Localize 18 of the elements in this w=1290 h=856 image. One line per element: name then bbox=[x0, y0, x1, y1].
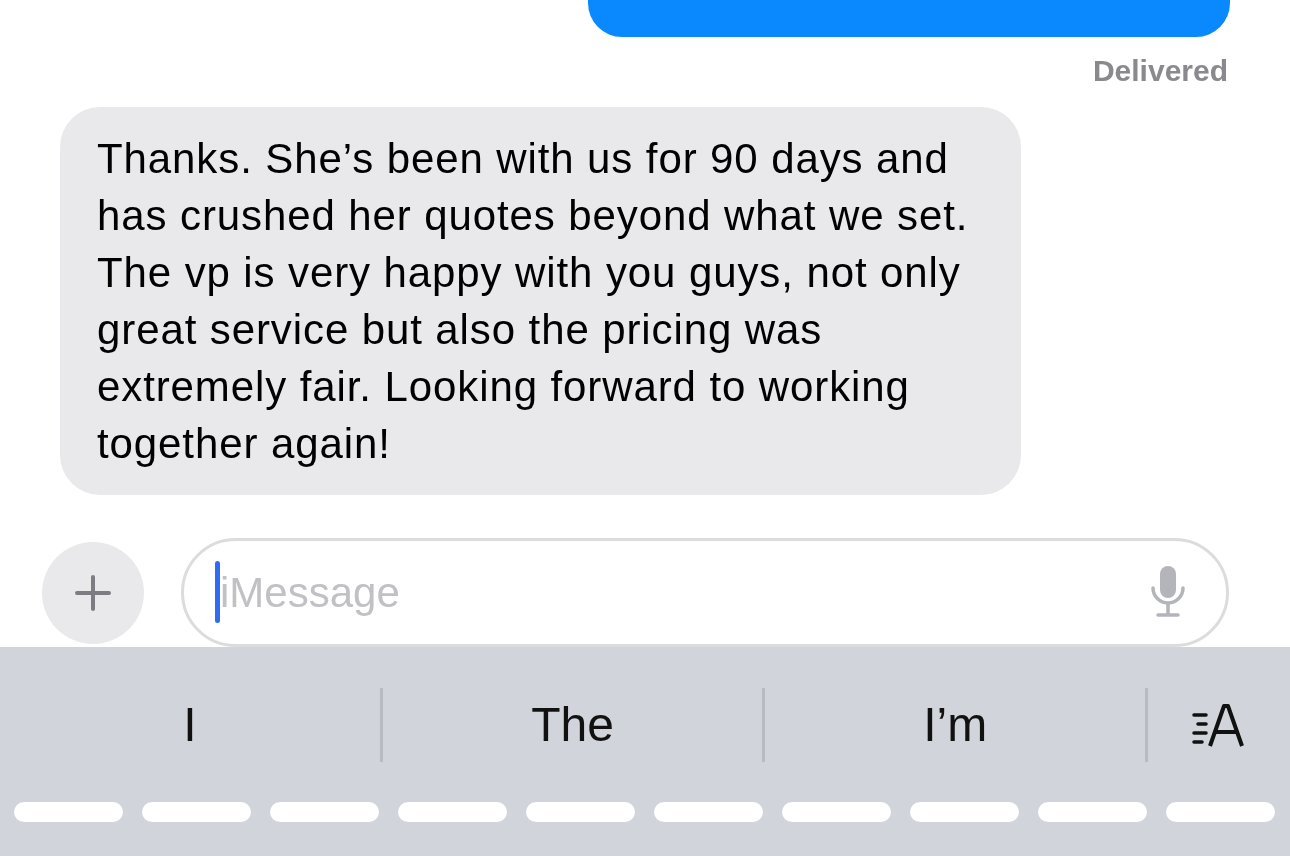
suggestion-word[interactable]: I bbox=[0, 684, 380, 765]
keyboard-key[interactable] bbox=[1166, 802, 1275, 822]
keyboard-key[interactable] bbox=[398, 802, 507, 822]
message-input-field[interactable]: iMessage bbox=[181, 538, 1229, 647]
keyboard-key[interactable] bbox=[910, 802, 1019, 822]
delivery-status: Delivered bbox=[1092, 53, 1228, 89]
keyboard-key[interactable] bbox=[782, 802, 891, 822]
microphone-icon[interactable] bbox=[1149, 564, 1187, 620]
keyboard-key[interactable] bbox=[526, 802, 635, 822]
received-message-bubble: Thanks. She’s been with us for 90 days and has crushed her quotes beyond what we set. The vp is very happy with you guys, not only great service but also the pricing was extremely fair. Looking forward to working together again! bbox=[60, 107, 1021, 495]
plus-icon bbox=[73, 572, 113, 613]
keyboard-key[interactable] bbox=[14, 802, 123, 822]
suggestion-word[interactable]: I’m bbox=[765, 684, 1145, 765]
suggestion-word[interactable]: The bbox=[382, 684, 763, 765]
keyboard-key[interactable] bbox=[1038, 802, 1147, 822]
keyboard-key[interactable] bbox=[654, 802, 763, 822]
keyboard-key[interactable] bbox=[142, 802, 251, 822]
keyboard-key[interactable] bbox=[270, 802, 379, 822]
